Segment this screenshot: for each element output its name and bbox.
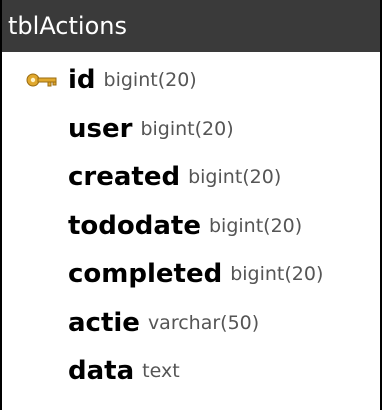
column-row-tododate[interactable]: tododate bigint(20) (2, 202, 380, 251)
column-type: text (142, 360, 180, 383)
column-row-completed[interactable]: completed bigint(20) (2, 250, 380, 299)
column-type: bigint(20) (230, 263, 324, 286)
table-title[interactable]: tblActions (2, 0, 380, 52)
key-icon (26, 73, 57, 87)
column-name: completed (68, 259, 223, 290)
column-row-id[interactable]: id bigint(20) (2, 56, 380, 105)
column-row-user[interactable]: user bigint(20) (2, 105, 380, 154)
column-list: id bigint(20) user bigint(20) created bi… (2, 52, 380, 396)
column-row-data[interactable]: data text (2, 347, 380, 396)
column-type: bigint(20) (188, 166, 282, 189)
column-type: bigint(20) (208, 214, 303, 237)
column-row-created[interactable]: created bigint(20) (2, 153, 380, 202)
column-name: data (68, 356, 135, 387)
column-name: tododate (68, 210, 201, 241)
table-box[interactable]: tblActions id bigint(20) user bigint(20)… (0, 0, 382, 410)
column-name: user (68, 113, 133, 144)
column-row-actie[interactable]: actie varchar(50) (2, 299, 380, 348)
column-type: varchar(50) (147, 311, 260, 334)
column-name: id (68, 65, 96, 96)
column-name: actie (68, 307, 140, 338)
column-type: bigint(20) (140, 117, 234, 140)
column-type: bigint(20) (103, 69, 197, 92)
column-name: created (68, 162, 181, 193)
